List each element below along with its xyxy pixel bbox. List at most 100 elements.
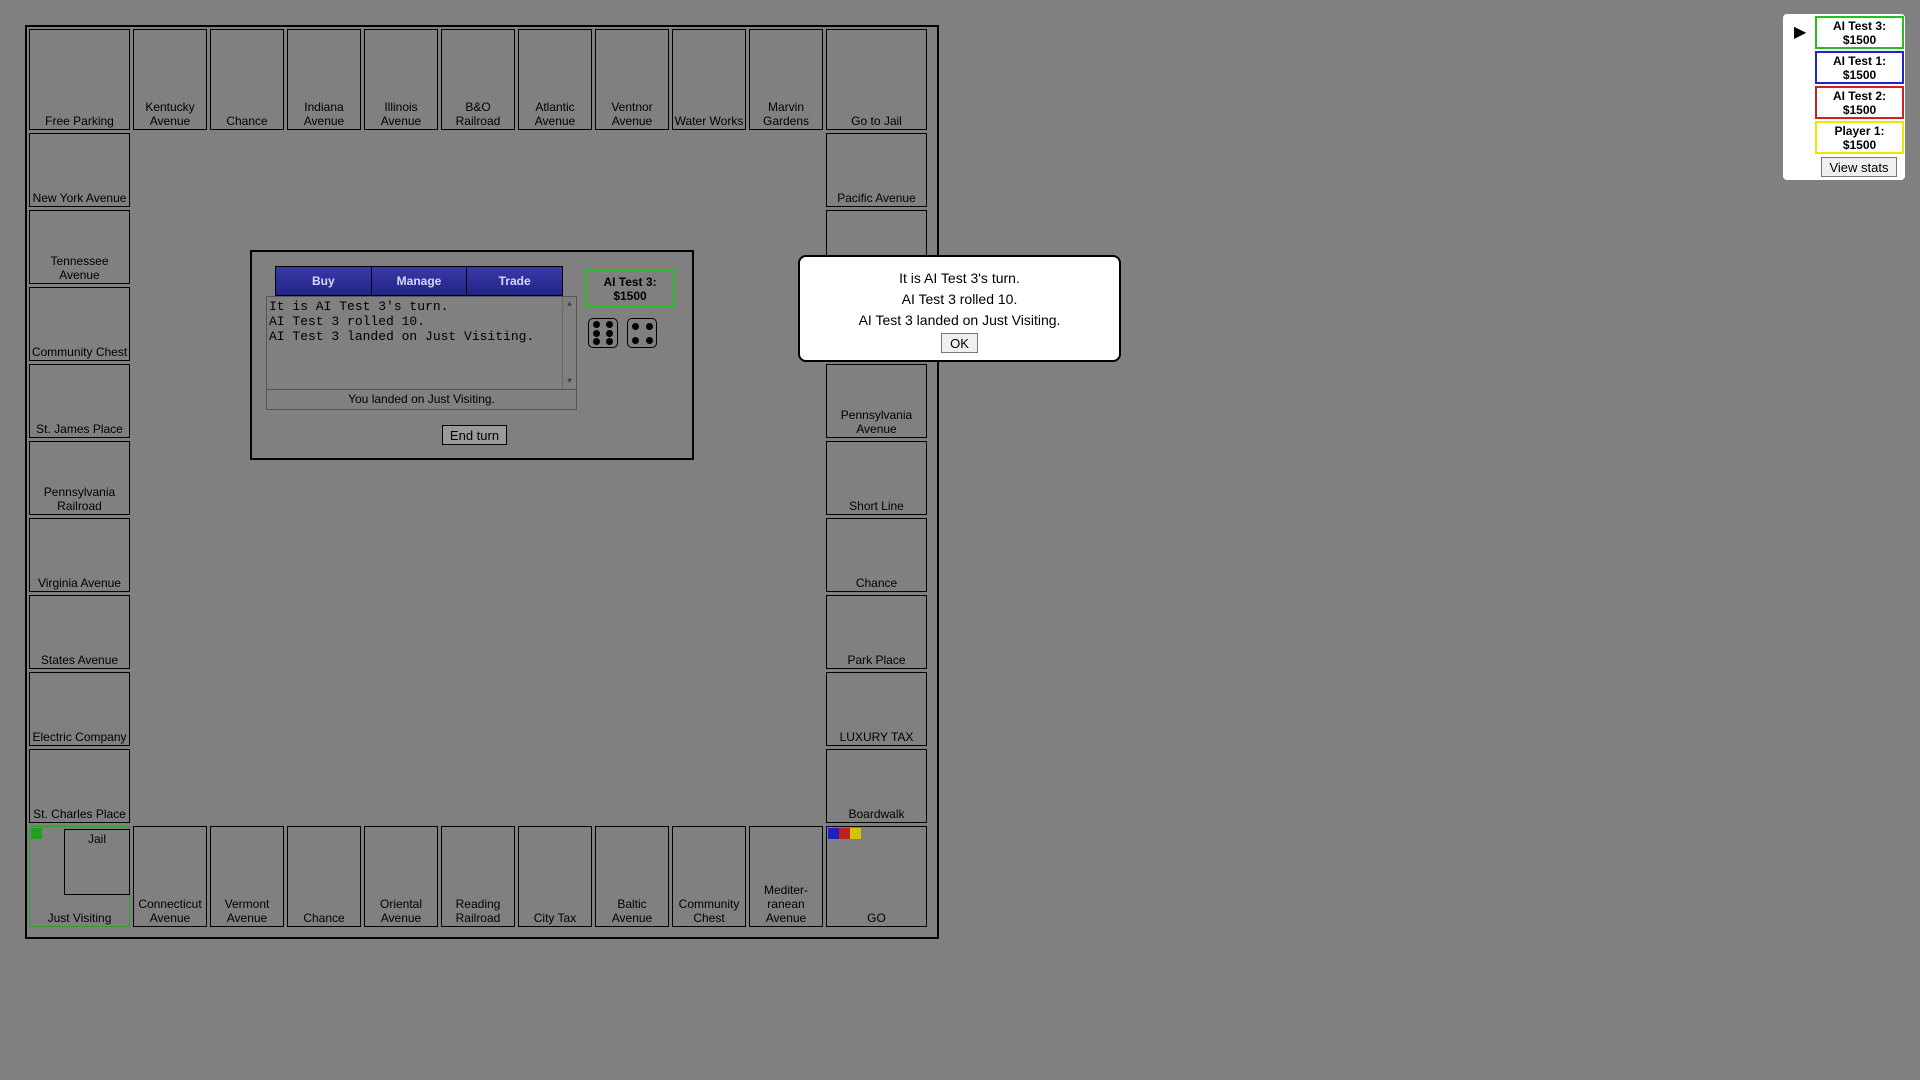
- space-name: Electric Company: [32, 730, 127, 744]
- scroll-up-icon[interactable]: ▲: [567, 297, 572, 312]
- space-st-james-place[interactable]: St. James Place: [29, 364, 130, 438]
- space-name: Indiana Avenue: [303, 100, 345, 128]
- space-name: States Avenue: [40, 653, 119, 667]
- space-tennessee-avenue[interactable]: Tennessee Avenue: [29, 210, 130, 284]
- space-just-visiting[interactable]: Just Visiting Jail: [29, 826, 130, 927]
- space-name: Chance: [303, 911, 345, 925]
- die-pip: [593, 337, 601, 345]
- space-go-to-jail[interactable]: Go to Jail: [826, 29, 927, 130]
- space-short-line[interactable]: Short Line: [826, 441, 927, 515]
- space-illinois-avenue[interactable]: Illinois Avenue: [364, 29, 438, 130]
- space-name: Oriental Avenue: [379, 897, 423, 925]
- space-name: St. James Place: [36, 422, 123, 436]
- player-money: $1500: [1842, 138, 1877, 152]
- die-pip: [593, 329, 601, 337]
- space-community-chest[interactable]: Community Chest: [29, 287, 130, 361]
- space-name: Chance: [855, 576, 898, 590]
- player-card-ai-test-3[interactable]: AI Test 3: $1500: [1815, 16, 1904, 49]
- ok-button[interactable]: OK: [941, 333, 978, 353]
- space-atlantic-avenue[interactable]: Atlantic Avenue: [518, 29, 592, 130]
- space-name: City Tax: [533, 911, 577, 925]
- tab-trade[interactable]: Trade: [467, 267, 563, 295]
- space-chance[interactable]: Chance: [210, 29, 284, 130]
- space-name: Park Place: [847, 653, 906, 667]
- space-new-york-avenue[interactable]: New York Avenue: [29, 133, 130, 207]
- space-go[interactable]: GO: [826, 826, 927, 927]
- space-city-tax[interactable]: City Tax: [518, 826, 592, 927]
- die-pip: [631, 336, 639, 344]
- space-connecticut-avenue[interactable]: Connecticut Avenue: [133, 826, 207, 927]
- player-card-player-1[interactable]: Player 1: $1500: [1815, 121, 1904, 154]
- die-pip: [593, 321, 601, 329]
- tab-manage[interactable]: Manage: [371, 267, 468, 295]
- space-reading-railroad[interactable]: Reading Railroad: [441, 826, 515, 927]
- space-name: Community Chest: [678, 897, 740, 925]
- die-2: [627, 318, 657, 348]
- player-money: $1500: [1842, 33, 1877, 47]
- space-vermont-avenue[interactable]: Vermont Avenue: [210, 826, 284, 927]
- space-name: LUXURY TAX: [839, 730, 914, 744]
- space-name: Marvin Gardens: [762, 100, 810, 128]
- turn-popup: It is AI Test 3's turn. AI Test 3 rolled…: [798, 255, 1121, 362]
- player-token: [828, 828, 839, 839]
- die-pip: [631, 322, 639, 330]
- space-luxury-tax[interactable]: LUXURY TAX: [826, 672, 927, 746]
- space-name: Mediter- ranean Avenue: [763, 883, 808, 925]
- player-card-ai-test-2[interactable]: AI Test 2: $1500: [1815, 86, 1904, 119]
- space-name: Pennsylvania Railroad: [43, 485, 116, 513]
- space-name: Short Line: [849, 499, 904, 513]
- space-community-chest[interactable]: Community Chest: [672, 826, 746, 927]
- space-indiana-avenue[interactable]: Indiana Avenue: [287, 29, 361, 130]
- space-name: Water Works: [674, 114, 744, 128]
- space-free-parking[interactable]: Free Parking: [29, 29, 130, 130]
- space-b-o-railroad[interactable]: B&O Railroad: [441, 29, 515, 130]
- space-boardwalk[interactable]: Boardwalk: [826, 749, 927, 823]
- space-marvin-gardens[interactable]: Marvin Gardens: [749, 29, 823, 130]
- game-log[interactable]: It is AI Test 3's turn. AI Test 3 rolled…: [266, 296, 577, 390]
- space-chance[interactable]: Chance: [826, 518, 927, 592]
- space-oriental-avenue[interactable]: Oriental Avenue: [364, 826, 438, 927]
- space-electric-company[interactable]: Electric Company: [29, 672, 130, 746]
- end-turn-button[interactable]: End turn: [442, 425, 507, 445]
- space-mediter-ranean-avenue[interactable]: Mediter- ranean Avenue: [749, 826, 823, 927]
- log-scrollbar[interactable]: ▲ ▼: [562, 297, 576, 389]
- player-token: [31, 828, 42, 839]
- space-water-works[interactable]: Water Works: [672, 29, 746, 130]
- space-name: GO: [867, 911, 886, 925]
- space-baltic-avenue[interactable]: Baltic Avenue: [595, 826, 669, 927]
- player-card-ai-test-1[interactable]: AI Test 1: $1500: [1815, 51, 1904, 84]
- player-name: Player 1:: [1834, 124, 1885, 138]
- space-name: Ventnor Avenue: [611, 100, 653, 128]
- action-tabs: Buy Manage Trade: [275, 266, 563, 296]
- space-park-place[interactable]: Park Place: [826, 595, 927, 669]
- space-name: Tennessee Avenue: [50, 254, 109, 282]
- space-pennsylvania-avenue[interactable]: Pennsylvania Avenue: [826, 364, 927, 438]
- die-pip: [645, 336, 653, 344]
- space-virginia-avenue[interactable]: Virginia Avenue: [29, 518, 130, 592]
- jail-box[interactable]: Jail: [64, 829, 130, 895]
- space-name: Baltic Avenue: [611, 897, 653, 925]
- space-kentucky-avenue[interactable]: Kentucky Avenue: [133, 29, 207, 130]
- space-chance[interactable]: Chance: [287, 826, 361, 927]
- space-name: Vermont Avenue: [224, 897, 270, 925]
- player-token: [839, 828, 850, 839]
- space-name: B&O Railroad: [455, 100, 501, 128]
- space-name: Free Parking: [45, 114, 114, 128]
- tab-buy[interactable]: Buy: [276, 267, 372, 295]
- current-player-card: AI Test 3: $1500: [585, 270, 675, 308]
- space-ventnor-avenue[interactable]: Ventnor Avenue: [595, 29, 669, 130]
- log-line: It is AI Test 3's turn.: [269, 299, 449, 314]
- turn-arrow-icon: ▶: [1794, 24, 1807, 41]
- log-line: AI Test 3 rolled 10.: [269, 314, 426, 329]
- space-states-avenue[interactable]: States Avenue: [29, 595, 130, 669]
- space-name: Virginia Avenue: [38, 576, 121, 590]
- scroll-down-icon[interactable]: ▼: [567, 374, 572, 389]
- space-pacific-avenue[interactable]: Pacific Avenue: [826, 133, 927, 207]
- die-pip: [605, 337, 613, 345]
- die-pip: [605, 329, 613, 337]
- space-st-charles-place[interactable]: St. Charles Place: [29, 749, 130, 823]
- player-list: ▶ View stats AI Test 3: $1500 AI Test 1: $1…: [1783, 14, 1905, 180]
- jail-label: Jail: [87, 832, 106, 846]
- view-stats-button[interactable]: View stats: [1821, 157, 1897, 177]
- space-pennsylvania-railroad[interactable]: Pennsylvania Railroad: [29, 441, 130, 515]
